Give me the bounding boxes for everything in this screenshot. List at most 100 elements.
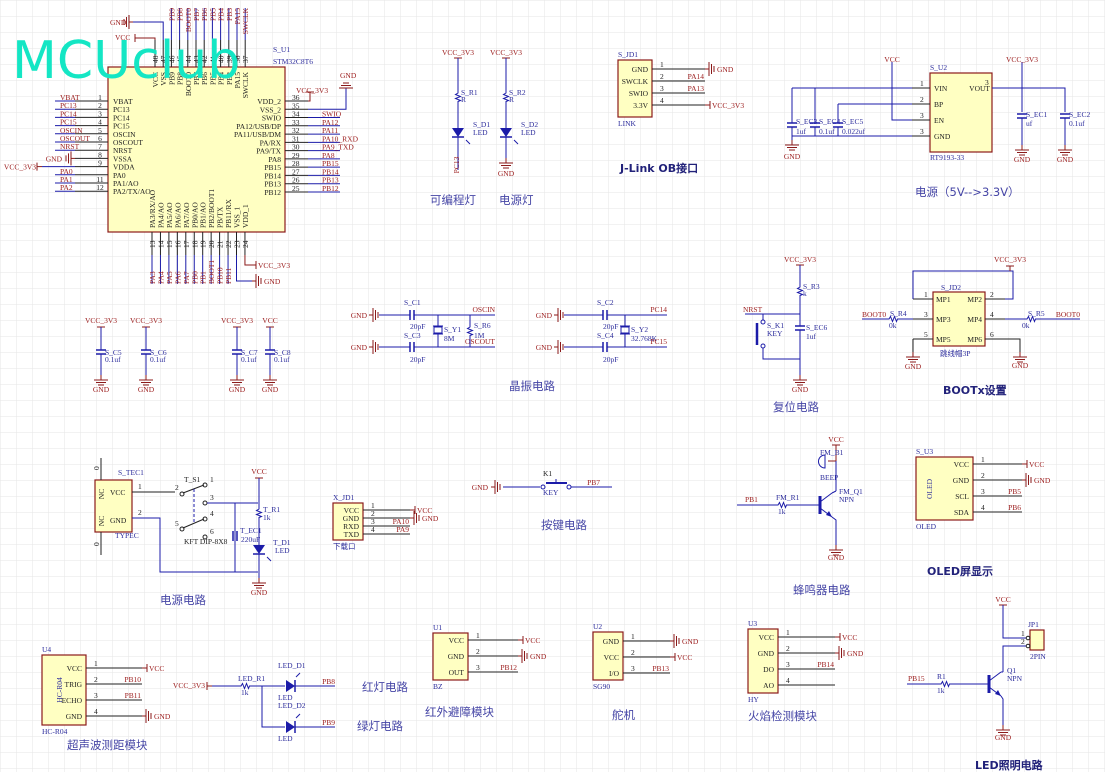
power-circuit-zero-label: 0 bbox=[92, 542, 101, 546]
schematic-canvas: S_U1STM32C8T61 VBATVBAT2 PC13PC133 PC14PC14… bbox=[0, 0, 1105, 772]
oled-pin-num-label: 2 bbox=[981, 471, 985, 480]
button-ref-label: K1 bbox=[543, 469, 552, 478]
regulator-pins-2-num-label: 3 bbox=[920, 111, 924, 120]
reset-nrst-label: NRST bbox=[743, 305, 763, 314]
jlink-pin-num-label: 1 bbox=[660, 60, 664, 69]
jlink-pin-num-label: 4 bbox=[660, 96, 664, 105]
leds-title-green-label: 绿灯电路 bbox=[357, 719, 403, 733]
regulator-part-label: RT9193-33 bbox=[930, 153, 964, 162]
power-circuit-ref-label: S_TEC1 bbox=[118, 468, 144, 477]
boot-pins-4-name-label: MP5 bbox=[936, 335, 951, 344]
power-circuit-title-label: 电源电路 bbox=[160, 593, 206, 607]
crystal-gnd-label: GND bbox=[351, 311, 368, 320]
power-circuit-sw-pins-1-label: 2 bbox=[175, 483, 179, 492]
regulator-pins-1-name-label: BP bbox=[934, 100, 943, 109]
power-circuit-sw-pins-3-label: 4 bbox=[210, 509, 214, 518]
crystal-r6-val-label: 1M bbox=[474, 331, 485, 340]
boot-r5-ref-label: S_R5 bbox=[1028, 309, 1045, 318]
crystal-gnd-label: GND bbox=[351, 343, 368, 352]
flame-pin-name-label: AO bbox=[763, 681, 774, 690]
boot-pins-0-num-label: 1 bbox=[924, 290, 928, 299]
decoupling-3-gnd-label: GND bbox=[262, 385, 279, 394]
infrared-pin-name-label: GND bbox=[448, 652, 465, 661]
jlink-title-label: J-Link OB接口 bbox=[619, 161, 698, 175]
download-footer-label: 下载口 bbox=[333, 541, 356, 551]
decoupling-2-val-label: 0.1uf bbox=[241, 355, 257, 364]
led-light-jp-val-label: 2PIN bbox=[1030, 652, 1046, 661]
download-pin-name-label: TXD bbox=[344, 530, 360, 539]
buzzer-r1-val-label: 1k bbox=[778, 507, 786, 516]
servo-pin-num-label: 3 bbox=[631, 664, 635, 673]
led-light-gnd-label: GND bbox=[995, 733, 1012, 742]
servo-pin-name-label: VCC bbox=[604, 653, 619, 662]
mcu-left-6-net-label: NRST bbox=[60, 142, 80, 151]
jlink-pin-name-label: 3.3V bbox=[633, 101, 648, 110]
regulator-caps-4-ref-label: S_EC2 bbox=[1069, 110, 1091, 119]
boot-pins-5-num-label: 6 bbox=[990, 330, 994, 339]
regulator-gnd-label: GND bbox=[784, 152, 801, 161]
crystal-c3-ref-label: S_C3 bbox=[404, 331, 421, 340]
infrared-pin-name-label: VCC bbox=[449, 636, 464, 645]
leds-r1-ref-label: LED_R1 bbox=[238, 674, 265, 683]
decoupling-1-val-label: 0.1uf bbox=[150, 355, 166, 364]
buzzer-b1-ref-label: FM_B1 bbox=[820, 448, 844, 457]
oled-pin-name-label: VCC bbox=[954, 460, 969, 469]
download-ref-label: X_JD1 bbox=[333, 493, 355, 502]
regulator-vout-num-label: 3 bbox=[985, 78, 989, 87]
ultrasonic-pins-0-net-label: VCC bbox=[149, 664, 164, 673]
ultrasonic-pin-num-label: 3 bbox=[94, 691, 98, 700]
infrared-pin-num-label: 3 bbox=[476, 663, 480, 672]
oled-footer-label: OLED bbox=[916, 522, 937, 531]
oled-pins-3-net-label: PB6 bbox=[1008, 503, 1021, 512]
flame-pin-num-label: 4 bbox=[786, 676, 790, 685]
infrared-pin-num-label: 1 bbox=[476, 631, 480, 640]
reset-vcc-label: VCC_3V3 bbox=[784, 255, 816, 264]
ultrasonic-pin-num-label: 2 bbox=[94, 675, 98, 684]
oled-pins-0-net-label: VCC bbox=[1029, 460, 1044, 469]
boot-part-label: 跳线帽3P bbox=[940, 348, 970, 358]
jlink-pin-name-label: SWCLK bbox=[622, 77, 649, 86]
crystal-c3-val-label: 20pF bbox=[410, 355, 425, 364]
leds-title-red-label: 红灯电路 bbox=[362, 680, 408, 694]
crystal-pc14-label: PC14 bbox=[650, 305, 667, 314]
flame-pin-name-label: VCC bbox=[759, 633, 774, 642]
oled-pin-num-label: 3 bbox=[981, 487, 985, 496]
ultrasonic-pins-2-net-label: PB11 bbox=[125, 691, 142, 700]
leds-net2-label: PB9 bbox=[322, 718, 335, 727]
ultrasonic-pin-name-label: TRIG bbox=[65, 680, 83, 689]
decoupling-2-pwr-label: VCC_3V3 bbox=[221, 316, 253, 325]
infrared-pins-2-net-label: PB12 bbox=[500, 663, 517, 672]
infrared-pins-0-net-label: VCC bbox=[525, 636, 540, 645]
servo-footer-label: SG90 bbox=[593, 682, 610, 691]
boot-title-label: BOOTx设置 bbox=[943, 383, 1007, 397]
leds-d2-val-label: LED bbox=[278, 734, 293, 743]
button-title-label: 按键电路 bbox=[541, 518, 587, 532]
flame-pins-1-net-label: GND bbox=[847, 649, 864, 658]
reset-gnd-label: GND bbox=[792, 385, 809, 394]
leds-vcc-label: VCC_3V3 bbox=[173, 681, 205, 690]
regulator-caps-2-val-label: 0.022uf bbox=[842, 127, 866, 136]
flame-pin-name-label: GND bbox=[758, 649, 775, 658]
power-circuit-nc-label: NC bbox=[97, 489, 106, 499]
power-circuit-part-label: TYPEC bbox=[115, 531, 139, 540]
ultrasonic-pins-1-net-label: PB10 bbox=[124, 675, 141, 684]
mcu-pin-name-label: PB12 bbox=[264, 188, 281, 197]
regulator-caps-4-val-label: 0.1uf bbox=[1069, 119, 1085, 128]
regulator-ref-label: S_U2 bbox=[930, 63, 947, 72]
reset-ec6-ref-label: S_EC6 bbox=[806, 323, 828, 332]
reset-title-label: 复位电路 bbox=[773, 400, 819, 414]
servo-pins-2-net-label: PB13 bbox=[652, 664, 669, 673]
boot-pins-2-num-label: 3 bbox=[924, 310, 928, 319]
buzzer-gnd-label: GND bbox=[828, 553, 845, 562]
regulator-caps-1-ref-label: S_EC4 bbox=[819, 117, 841, 126]
regulator-caps-3-val-label: uf bbox=[1026, 119, 1033, 128]
mcu-pin-num-label: 24 bbox=[241, 240, 250, 248]
power-circuit-pins-0-num-label: 1 bbox=[138, 482, 142, 491]
button-val-label: KEY bbox=[543, 488, 559, 497]
buzzer-title-label: 蜂鸣器电路 bbox=[793, 583, 851, 597]
indicator-title-prog-label: 可编程灯 bbox=[430, 193, 476, 207]
jlink-footer-label: LINK bbox=[618, 119, 636, 128]
power-circuit-r1-val-label: 1k bbox=[263, 513, 271, 522]
power-circuit-sw-pins-0-label: 1 bbox=[210, 475, 214, 484]
indicator-vcc-label: VCC_3V3 bbox=[490, 48, 522, 57]
